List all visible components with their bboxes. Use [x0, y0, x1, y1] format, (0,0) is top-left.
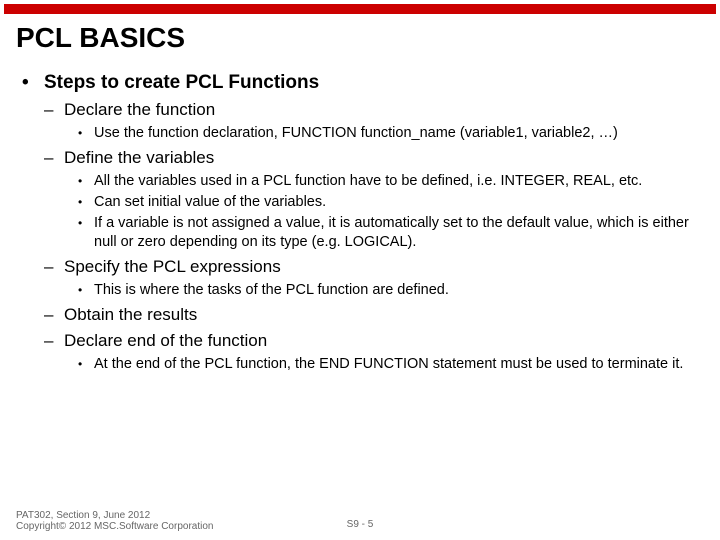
step-define-variables: Define the variables All the variables u…: [44, 148, 704, 251]
step-declare-end: Declare end of the function At the end o…: [44, 331, 704, 373]
footer: PAT302, Section 9, June 2012 Copyright© …: [16, 510, 704, 532]
sub-item: Can set initial value of the variables.: [64, 193, 704, 211]
sub-item: This is where the tasks of the PCL funct…: [64, 281, 704, 299]
steps-list: Declare the function Use the function de…: [44, 100, 704, 373]
bullet-list-l1: Steps to create PCL Functions Declare th…: [16, 72, 704, 373]
page-number: S9 - 5: [347, 519, 374, 530]
main-bullet: Steps to create PCL Functions Declare th…: [16, 72, 704, 373]
step-label: Specify the PCL expressions: [64, 257, 281, 276]
step-label: Declare the function: [64, 100, 215, 119]
sub-item: If a variable is not assigned a value, i…: [64, 214, 704, 250]
step-label: Obtain the results: [64, 305, 197, 324]
step-label: Declare end of the function: [64, 331, 267, 350]
sub-list: This is where the tasks of the PCL funct…: [64, 281, 704, 299]
main-bullet-label: Steps to create PCL Functions: [44, 72, 319, 93]
sub-list: All the variables used in a PCL function…: [64, 172, 704, 251]
sub-item: All the variables used in a PCL function…: [64, 172, 704, 190]
sub-list: At the end of the PCL function, the END …: [64, 355, 704, 373]
step-declare-function: Declare the function Use the function de…: [44, 100, 704, 142]
slide: PCL BASICS Steps to create PCL Functions…: [0, 0, 720, 540]
step-specify-expressions: Specify the PCL expressions This is wher…: [44, 257, 704, 299]
sub-item: Use the function declaration, FUNCTION f…: [64, 124, 704, 142]
sub-list: Use the function declaration, FUNCTION f…: [64, 124, 704, 142]
step-label: Define the variables: [64, 148, 214, 167]
content-area: PCL BASICS Steps to create PCL Functions…: [16, 22, 704, 381]
step-obtain-results: Obtain the results: [44, 305, 704, 325]
accent-bar: [4, 4, 716, 14]
slide-title: PCL BASICS: [16, 22, 704, 54]
sub-item: At the end of the PCL function, the END …: [64, 355, 704, 373]
